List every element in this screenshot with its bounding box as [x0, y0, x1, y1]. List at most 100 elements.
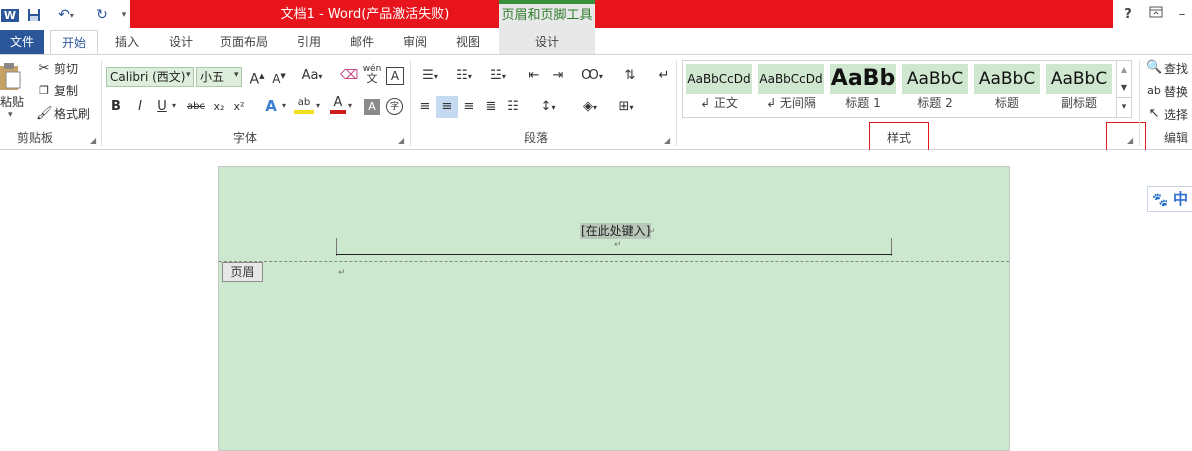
line-spacing-button[interactable]: ↕▾ — [534, 98, 562, 117]
tab-mailings[interactable]: 邮件 — [341, 30, 383, 54]
undo-icon[interactable]: ↶ ▾ — [52, 4, 80, 26]
align-right-icon[interactable]: ≡ — [460, 98, 478, 116]
highlight-button[interactable]: ab — [294, 96, 314, 114]
highlight-dropdown-icon[interactable]: ▾ — [316, 101, 320, 110]
clipboard-launcher-icon[interactable]: ◢ — [90, 137, 98, 145]
character-shading-button[interactable]: A — [364, 99, 380, 115]
change-case-button[interactable]: Aa▾ — [298, 67, 326, 86]
style-no-spacing[interactable]: AaBbCcDd ↲ 无间隔 — [758, 64, 824, 112]
copy-icon[interactable]: ❐ — [36, 82, 52, 100]
increase-indent-icon[interactable]: ⇥ — [548, 67, 568, 85]
justify-icon[interactable]: ≣ — [482, 98, 500, 116]
copy-button[interactable]: 复制 — [54, 83, 78, 99]
style-subtitle[interactable]: AaBbC 副标题 — [1046, 64, 1112, 112]
text-effects-dropdown-icon[interactable]: ▾ — [282, 101, 286, 110]
clear-formatting-icon[interactable]: ⌫ — [340, 67, 358, 85]
phonetic-guide-button[interactable]: wén 文 — [362, 64, 382, 85]
bold-button[interactable]: B — [108, 98, 124, 116]
paragraph-launcher-icon[interactable]: ◢ — [664, 137, 672, 145]
style-name: 标题 2 — [917, 96, 953, 110]
font-size-value: 小五 — [200, 70, 225, 84]
text-effects-button[interactable]: A — [262, 97, 280, 115]
sort-icon[interactable]: ⇅ — [620, 67, 640, 85]
font-size-dropdown-icon[interactable]: ▾ — [234, 70, 239, 80]
show-marks-icon[interactable]: ↵ — [654, 67, 674, 85]
document-title: 文档1 - Word(产品激活失败) — [280, 7, 450, 22]
replace-button[interactable]: 替换 — [1164, 84, 1188, 100]
word-app-icon[interactable]: W — [0, 4, 20, 26]
underline-button[interactable]: U — [154, 98, 170, 116]
font-name-dropdown-icon[interactable]: ▾ — [186, 70, 191, 80]
find-button[interactable]: 查找 — [1164, 61, 1188, 77]
format-painter-button[interactable]: 格式刷 — [54, 106, 90, 122]
style-heading-2[interactable]: AaBbC 标题 2 — [902, 64, 968, 112]
tab-insert[interactable]: 插入 — [106, 30, 148, 54]
separator — [410, 60, 411, 146]
font-launcher-icon[interactable]: ◢ — [398, 137, 406, 145]
paste-dropdown-icon[interactable]: ▾ — [8, 110, 13, 120]
paste-button[interactable]: 粘贴 — [0, 94, 24, 110]
find-icon[interactable]: 🔍 — [1146, 59, 1162, 77]
style-heading-1[interactable]: AaBb 标题 1 — [830, 64, 896, 112]
format-painter-icon[interactable]: 🖌 — [36, 105, 53, 123]
tab-header-footer-design[interactable]: 设计 — [499, 30, 595, 54]
help-button[interactable]: ? — [1118, 6, 1138, 24]
style-name: 标题 — [994, 96, 1019, 110]
tab-home[interactable]: 开始 — [50, 30, 98, 55]
gallery-down-icon[interactable]: ▼ — [1117, 79, 1131, 97]
decrease-indent-icon[interactable]: ⇤ — [524, 67, 544, 85]
chinese-layout-button[interactable]: Ꝏ▾ — [578, 67, 606, 86]
ribbon-display-icon[interactable] — [1146, 6, 1166, 24]
tab-page-layout[interactable]: 页面布局 — [214, 30, 274, 54]
shrink-font-button[interactable]: A▼ — [270, 67, 288, 88]
align-center-icon[interactable]: ≡ — [436, 96, 458, 118]
font-name-value: Calibri (西文) — [110, 70, 186, 84]
tab-references[interactable]: 引用 — [288, 30, 330, 54]
font-name-field[interactable]: Calibri (西文) — [106, 67, 194, 87]
gallery-up-icon[interactable]: ▲ — [1117, 61, 1131, 79]
paragraph-mark: ↵ — [648, 227, 656, 237]
select-icon[interactable]: ↖ — [1146, 105, 1162, 123]
gallery-more-icon[interactable]: ▾ — [1117, 97, 1131, 116]
style-name: 副标题 — [1060, 96, 1097, 110]
align-left-icon[interactable]: ≡ — [416, 98, 434, 116]
cut-button[interactable]: 剪切 — [54, 61, 78, 77]
paw-icon: 🐾 — [1152, 193, 1169, 208]
multilevel-list-button[interactable]: ☳▾ — [484, 67, 512, 86]
customize-qat-icon[interactable]: ▾ — [118, 4, 130, 26]
ime-toolbar[interactable]: 🐾 中 — [1147, 186, 1192, 212]
grow-font-button[interactable]: A▲ — [248, 67, 266, 89]
paste-icon[interactable] — [0, 62, 22, 92]
underline-dropdown-icon[interactable]: ▾ — [172, 101, 176, 110]
shading-button[interactable]: ◈▾ — [576, 98, 604, 117]
document-page[interactable] — [218, 166, 1010, 451]
distributed-icon[interactable]: ☷ — [504, 98, 522, 116]
font-color-button[interactable]: A — [330, 96, 346, 114]
redo-icon[interactable]: ↻ — [92, 4, 112, 26]
save-icon[interactable] — [24, 4, 44, 26]
font-color-dropdown-icon[interactable]: ▾ — [348, 101, 352, 110]
select-button[interactable]: 选择 — [1164, 107, 1188, 123]
tab-view[interactable]: 视图 — [447, 30, 489, 54]
superscript-button[interactable]: x² — [230, 98, 248, 116]
minimize-button[interactable]: – — [1172, 6, 1192, 24]
borders-button[interactable]: ⊞▾ — [612, 98, 640, 117]
tab-file[interactable]: 文件 — [0, 30, 44, 54]
enclose-characters-button[interactable]: 字 — [386, 98, 403, 115]
style-name: ↲ 无间隔 — [766, 96, 816, 110]
tab-design[interactable]: 设计 — [160, 30, 202, 54]
strikethrough-button[interactable]: abc — [184, 98, 208, 116]
style-normal[interactable]: AaBbCcDd ↲ 正文 — [686, 64, 752, 112]
italic-button[interactable]: I — [132, 98, 148, 116]
replace-icon[interactable]: ab — [1146, 82, 1162, 100]
header-placeholder-text[interactable]: [在此处键入] — [580, 223, 652, 239]
numbering-button[interactable]: ☷▾ — [450, 67, 478, 86]
bullets-button[interactable]: ☰▾ — [416, 67, 444, 86]
header-separator-line — [219, 261, 1009, 262]
character-border-button[interactable]: A — [386, 67, 404, 85]
cut-icon[interactable]: ✂ — [36, 60, 52, 78]
subscript-button[interactable]: x₂ — [210, 98, 228, 116]
tab-review[interactable]: 审阅 — [394, 30, 436, 54]
paragraph-mark: ↵ — [338, 268, 346, 278]
style-title[interactable]: AaBbC 标题 — [974, 64, 1040, 112]
